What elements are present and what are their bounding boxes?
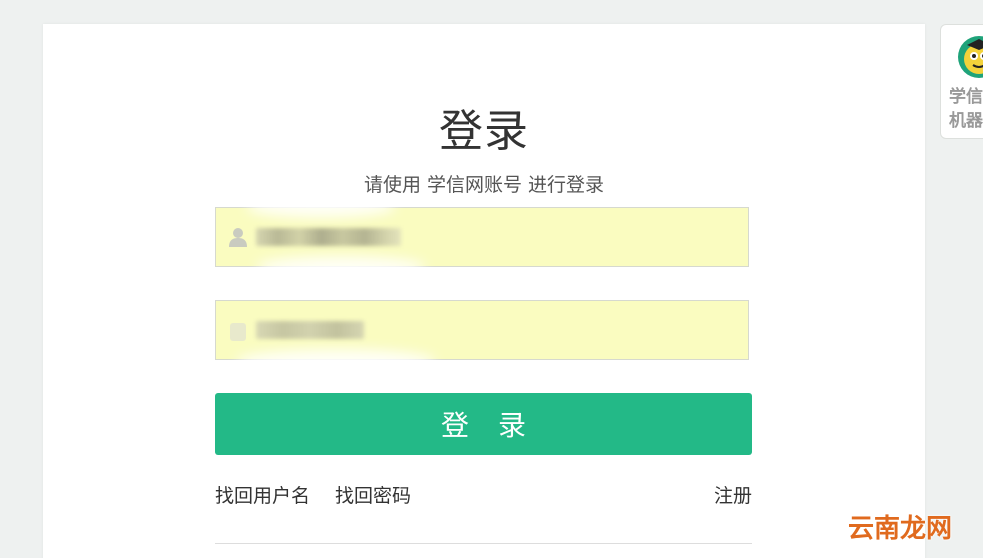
account-links: 找回用户名 找回密码 注册 [215, 482, 752, 510]
robot-avatar-icon [957, 35, 983, 79]
page-title: 登录 [439, 106, 529, 157]
redacted-password [256, 321, 364, 339]
redacted-username [256, 228, 401, 246]
user-icon [228, 226, 248, 248]
login-card: 登录 请使用 学信网账号 进行登录 登 录 找回用户名 找回密码 注册 [43, 24, 925, 558]
username-field[interactable] [215, 196, 749, 278]
recover-username-link[interactable]: 找回用户名 [215, 482, 310, 510]
redaction-smudge [246, 196, 396, 218]
login-button[interactable]: 登 录 [215, 393, 752, 455]
robot-widget-label: 学信 机器 [949, 87, 983, 131]
login-subtitle: 请使用 学信网账号 进行登录 [363, 174, 605, 196]
recover-password-link[interactable]: 找回密码 [335, 482, 411, 510]
page: 登录 请使用 学信网账号 进行登录 登 录 找回用户名 找回密码 注册 学信 机… [0, 0, 983, 558]
robot-assistant-widget[interactable]: 学信 机器 [940, 24, 983, 139]
password-field[interactable] [215, 300, 749, 373]
divider [215, 543, 752, 544]
redaction-smudge [256, 256, 426, 278]
redaction-smudge [236, 349, 436, 373]
site-watermark: 云南龙网 [848, 514, 953, 544]
register-link[interactable]: 注册 [714, 482, 752, 510]
lock-icon [228, 321, 248, 343]
